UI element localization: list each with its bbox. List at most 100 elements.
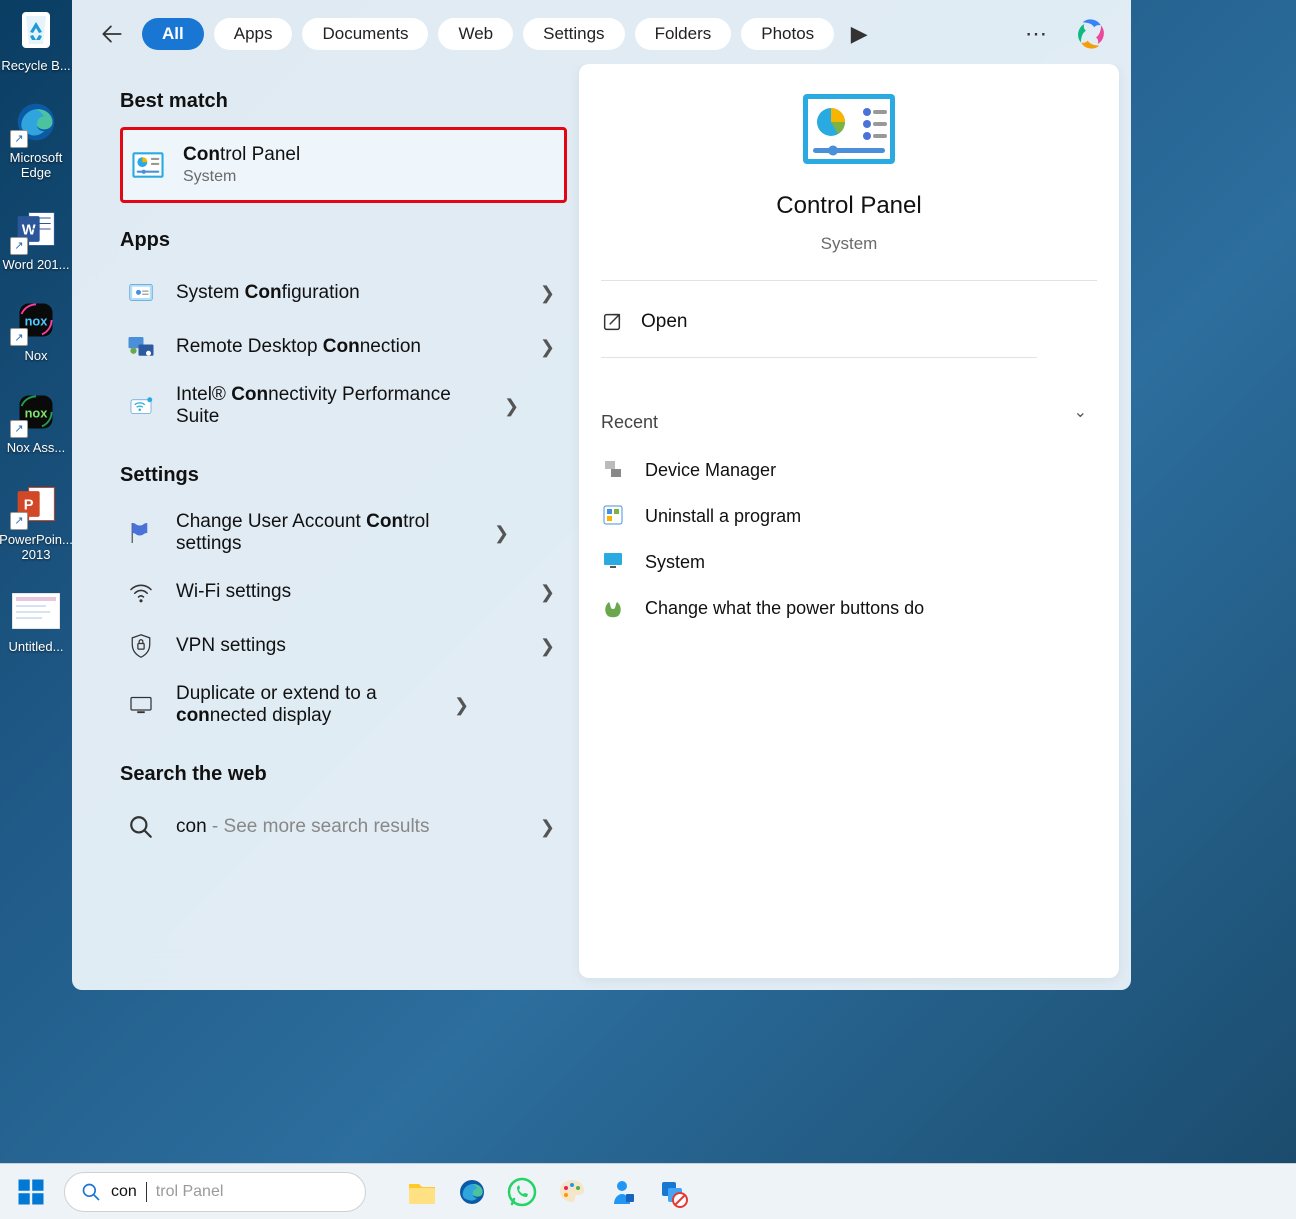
result-intel-connectivity[interactable]: Intel® Connectivity Performance Suite ❯	[120, 374, 567, 438]
recent-system[interactable]: System	[601, 539, 1097, 585]
result-uac-settings[interactable]: Change User Account Control settings ❯	[120, 501, 567, 565]
text-caret	[146, 1182, 147, 1202]
recent-power-buttons[interactable]: Change what the power buttons do	[601, 585, 1097, 631]
recent-label: System	[645, 552, 705, 573]
result-vpn-settings[interactable]: VPN settings ❯	[120, 619, 567, 673]
section-search-web: Search the web	[120, 763, 567, 786]
chevron-right-icon: ❯	[540, 582, 555, 603]
chevron-right-icon: ❯	[540, 337, 555, 358]
result-control-panel[interactable]: Control Panel System	[120, 127, 567, 203]
overflow-button[interactable]: ⋯	[1021, 21, 1051, 47]
svg-text:nox: nox	[25, 405, 49, 420]
back-button[interactable]	[92, 14, 132, 54]
result-title: Remote Desktop Connection	[176, 336, 522, 358]
arrow-left-icon	[99, 21, 125, 47]
search-typed-text: con	[111, 1183, 137, 1201]
recent-heading: Recent	[601, 412, 1097, 433]
result-subtitle: System	[183, 168, 300, 186]
section-settings: Settings	[120, 464, 567, 487]
tab-web[interactable]: Web	[438, 18, 513, 50]
result-title: con - See more search results	[176, 816, 522, 838]
tab-documents[interactable]: Documents	[302, 18, 428, 50]
edge-icon	[12, 98, 60, 146]
result-web-search[interactable]: con - See more search results ❯	[120, 800, 567, 854]
system-monitor-icon	[601, 549, 627, 575]
recent-label: Change what the power buttons do	[645, 598, 924, 619]
vpn-shield-icon	[124, 629, 158, 663]
desktop-icon-powerpoint[interactable]: P PowerPoin... 2013	[0, 480, 72, 563]
nox-icon: nox	[12, 296, 60, 344]
result-system-configuration[interactable]: System Configuration ❯	[120, 266, 567, 320]
chevron-right-icon: ❯	[540, 817, 555, 838]
programs-icon	[601, 503, 627, 529]
result-remote-desktop[interactable]: Remote Desktop Connection ❯	[120, 320, 567, 374]
intel-connectivity-icon	[124, 389, 158, 423]
taskbar-app-blocked[interactable]	[654, 1174, 690, 1210]
svg-text:P: P	[24, 497, 34, 513]
tab-settings[interactable]: Settings	[523, 18, 624, 50]
result-title: Wi-Fi settings	[176, 581, 522, 603]
remote-desktop-icon	[124, 330, 158, 364]
desktop-icon-label: Recycle B...	[1, 58, 70, 74]
taskbar-edge[interactable]	[454, 1174, 490, 1210]
desktop-icon-label: Untitled...	[9, 639, 64, 655]
result-title: Change User Account Control settings	[176, 511, 476, 555]
desktop-icon-label: Nox Ass...	[7, 440, 66, 456]
chevron-right-icon: ❯	[504, 396, 519, 417]
copilot-icon[interactable]	[1071, 14, 1111, 54]
start-button[interactable]	[12, 1173, 50, 1211]
tab-all[interactable]: All	[142, 18, 204, 50]
desktop-icon-label: Word 201...	[3, 257, 70, 273]
svg-text:nox: nox	[25, 314, 49, 329]
taskbar: control Panel	[0, 1163, 1296, 1219]
recent-label: Device Manager	[645, 460, 776, 481]
result-title: Duplicate or extend to a connected displ…	[176, 683, 436, 727]
desktop-icon-label: Nox	[24, 348, 47, 364]
taskbar-paint[interactable]	[554, 1174, 590, 1210]
open-action[interactable]: Open	[601, 307, 1097, 337]
result-duplicate-display[interactable]: Duplicate or extend to a connected displ…	[120, 673, 567, 737]
desktop-icon-nox-asst[interactable]: nox Nox Ass...	[0, 388, 72, 456]
taskbar-app-blue-figure[interactable]	[604, 1174, 640, 1210]
tab-apps[interactable]: Apps	[214, 18, 293, 50]
msconfig-icon	[124, 276, 158, 310]
power-icon	[601, 595, 627, 621]
search-icon	[81, 1182, 101, 1202]
wifi-icon	[124, 575, 158, 609]
desktop-icon-recycle-bin[interactable]: Recycle B...	[0, 6, 72, 74]
result-wifi-settings[interactable]: Wi-Fi settings ❯	[120, 565, 567, 619]
display-icon	[124, 688, 158, 722]
recent-label: Uninstall a program	[645, 506, 801, 527]
taskbar-file-explorer[interactable]	[404, 1174, 440, 1210]
recent-device-manager[interactable]: Device Manager	[601, 447, 1097, 493]
tab-photos[interactable]: Photos	[741, 18, 834, 50]
preview-subtitle: System	[821, 234, 878, 254]
desktop-icon-label: Microsoft Edge	[0, 150, 72, 181]
result-title: Intel® Connectivity Performance Suite	[176, 384, 486, 428]
desktop-icon-nox[interactable]: nox Nox	[0, 296, 72, 364]
desktop-icons-strip: Recycle B... Microsoft Edge W Word 201..…	[0, 0, 72, 1219]
search-icon	[124, 810, 158, 844]
more-tabs-button[interactable]: ▶	[844, 21, 874, 47]
section-apps: Apps	[120, 229, 567, 252]
open-label: Open	[641, 311, 687, 333]
control-panel-large-icon	[803, 94, 895, 164]
powerpoint-icon: P	[12, 480, 60, 528]
recent-uninstall-program[interactable]: Uninstall a program	[601, 493, 1097, 539]
nox-asst-icon: nox	[12, 388, 60, 436]
open-external-icon	[601, 311, 623, 333]
desktop-icon-word[interactable]: W Word 201...	[0, 205, 72, 273]
recycle-bin-icon	[12, 6, 60, 54]
divider	[601, 280, 1097, 281]
taskbar-whatsapp[interactable]	[504, 1174, 540, 1210]
desktop-icon-untitled[interactable]: Untitled...	[0, 587, 72, 655]
desktop-icon-edge[interactable]: Microsoft Edge	[0, 98, 72, 181]
uac-flag-icon	[124, 516, 158, 550]
expand-actions-button[interactable]: ⌄	[1074, 402, 1087, 422]
chevron-right-icon: ❯	[540, 636, 555, 657]
taskbar-search-box[interactable]: control Panel	[64, 1172, 366, 1212]
preview-pane: Control Panel System Open ⌄ Recent Devic…	[579, 64, 1119, 978]
document-thumbnail-icon	[12, 587, 60, 635]
section-best-match: Best match	[120, 90, 567, 113]
tab-folders[interactable]: Folders	[635, 18, 732, 50]
